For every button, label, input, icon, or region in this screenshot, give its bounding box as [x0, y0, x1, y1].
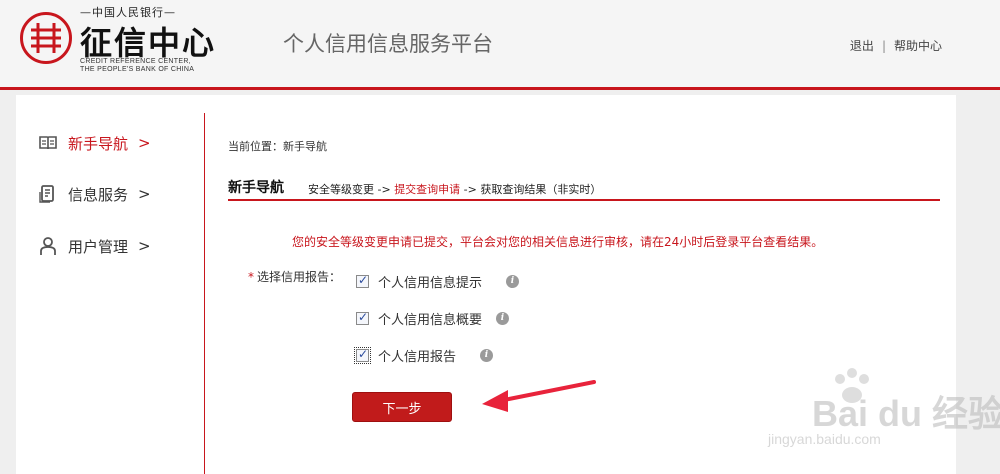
- chevron-right-icon: >: [138, 237, 151, 255]
- report-select-label-text: 选择信用报告：: [257, 270, 342, 284]
- logo-english-line-2: THE PEOPLE'S BANK OF CHINA: [80, 66, 195, 73]
- step-security-level: 安全等级变更: [308, 183, 374, 196]
- user-icon: [38, 236, 58, 256]
- step-separator: ->: [460, 183, 481, 196]
- section-title: 新手导航: [228, 180, 284, 196]
- notice-message: 您的安全等级变更申请已提交，平台会对您的相关信息进行审核，请在24小时后登录平台…: [292, 235, 824, 249]
- help-center-link[interactable]: 帮助中心: [894, 39, 942, 53]
- sidebar-item-info-service[interactable]: 信息服务 >: [38, 182, 151, 206]
- step-get-result: 获取查询结果（非实时）: [480, 183, 602, 196]
- header-links: 退出 | 帮助中心: [850, 37, 942, 54]
- annotation-arrow-icon: [482, 380, 596, 412]
- sidebar-item-label: 新手导航: [68, 134, 129, 153]
- chevron-right-icon: >: [138, 134, 151, 152]
- watermark-text: Bai du 经验: [812, 393, 1000, 434]
- logout-link[interactable]: 退出: [850, 39, 874, 53]
- platform-title: 个人信用信息服务平台: [283, 32, 493, 56]
- step-progress: 安全等级变更 -> 提交查询申请 -> 获取查询结果（非实时）: [308, 181, 601, 197]
- option-credit-info-hint: ✓ 个人信用信息提示 i: [356, 271, 520, 291]
- step-separator: ->: [374, 183, 395, 196]
- option-credit-info-summary: ✓ 个人信用信息概要 i: [356, 308, 510, 328]
- credit-report-checkbox[interactable]: ✓: [354, 346, 371, 364]
- option-label: 个人信用报告: [378, 349, 457, 365]
- document-icon: [38, 184, 58, 204]
- info-icon[interactable]: i: [496, 311, 510, 325]
- logo-english-line-1: CREDIT REFERENCE CENTER,: [80, 58, 191, 65]
- header: —中国人民银行— 征信中心 CREDIT REFERENCE CENTER, T…: [0, 0, 1000, 90]
- sidebar-item-label: 信息服务: [68, 185, 129, 204]
- option-label: 个人信用信息概要: [378, 312, 483, 328]
- option-label: 个人信用信息提示: [378, 275, 483, 291]
- required-mark: *: [248, 270, 254, 284]
- pbc-seal-logo: [20, 12, 72, 64]
- sidebar-item-newbie-guide[interactable]: 新手导航 >: [38, 131, 151, 155]
- option-credit-report: ✓ 个人信用报告 i: [354, 345, 494, 365]
- step-submit-query: 提交查询申请: [394, 183, 461, 196]
- watermark-url: jingyan.baidu.com: [768, 431, 881, 447]
- link-separator: |: [881, 39, 886, 53]
- info-icon[interactable]: i: [506, 274, 520, 288]
- sidebar-item-user-management[interactable]: 用户管理 >: [38, 234, 151, 258]
- sidebar-item-label: 用户管理: [68, 237, 129, 256]
- baidu-watermark: Bai du 经验 jingyan.baidu.com: [760, 365, 1000, 465]
- sidebar-divider: [204, 113, 205, 474]
- info-icon[interactable]: i: [480, 348, 494, 362]
- book-icon: [38, 133, 58, 153]
- chevron-right-icon: >: [138, 185, 151, 203]
- breadcrumb: 当前位置：新手导航: [228, 140, 327, 153]
- report-select-label: * 选择信用报告：: [248, 268, 341, 285]
- credit-info-summary-checkbox[interactable]: ✓: [356, 310, 369, 325]
- credit-info-hint-checkbox[interactable]: ✓: [356, 273, 369, 288]
- sidebar: 新手导航 > 信息服务 > 用户管理 >: [16, 95, 206, 474]
- next-step-button[interactable]: 下一步: [352, 392, 452, 422]
- section-header: 新手导航 安全等级变更 -> 提交查询申请 -> 获取查询结果（非实时）: [228, 177, 940, 201]
